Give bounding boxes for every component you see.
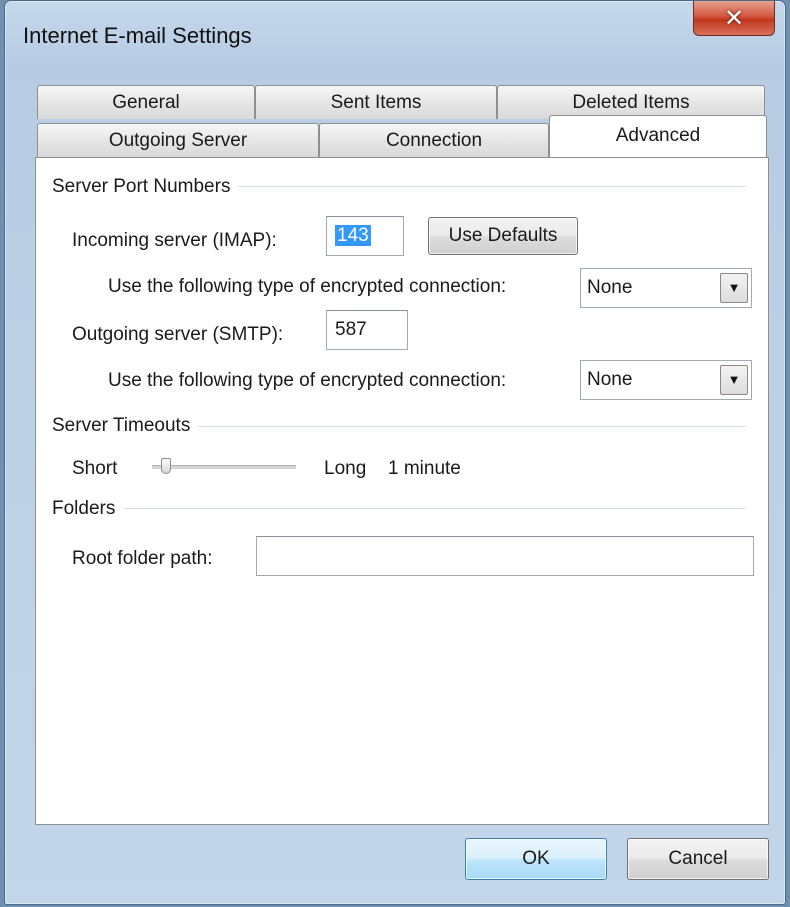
folders-heading: Folders bbox=[52, 498, 124, 520]
encryption-label-incoming: Use the following type of encrypted conn… bbox=[108, 276, 507, 297]
outgoing-encryption-value: None bbox=[587, 369, 633, 390]
chevron-down-icon[interactable]: ▼ bbox=[720, 365, 748, 395]
server-timeouts-heading: Server Timeouts bbox=[52, 415, 199, 437]
timeout-short-label: Short bbox=[72, 458, 118, 479]
tab-connection[interactable]: Connection bbox=[319, 123, 549, 157]
dialog-window: Internet E-mail Settings ✕ General Sent … bbox=[4, 0, 786, 905]
close-icon: ✕ bbox=[723, 4, 745, 32]
tab-row-bottom: Outgoing Server Connection Advanced bbox=[37, 115, 767, 157]
advanced-tab-panel: Server Port Numbers Incoming server (IMA… bbox=[35, 157, 769, 825]
tab-advanced[interactable]: Advanced bbox=[549, 115, 767, 157]
outgoing-encryption-select[interactable]: None ▼ bbox=[580, 360, 752, 400]
incoming-encryption-select[interactable]: None ▼ bbox=[580, 268, 752, 308]
incoming-port-value: 143 bbox=[335, 225, 371, 246]
tab-deleted-items[interactable]: Deleted Items bbox=[497, 85, 765, 119]
group-divider bbox=[56, 508, 746, 509]
ok-button[interactable]: OK bbox=[465, 838, 607, 880]
incoming-encryption-value: None bbox=[587, 277, 633, 298]
encryption-label-outgoing: Use the following type of encrypted conn… bbox=[108, 370, 507, 391]
tab-row-top: General Sent Items Deleted Items bbox=[37, 85, 767, 119]
titlebar[interactable]: Internet E-mail Settings ✕ bbox=[5, 1, 785, 65]
timeout-slider-thumb[interactable] bbox=[161, 458, 172, 474]
close-button[interactable]: ✕ bbox=[693, 1, 775, 36]
outgoing-port-value: 587 bbox=[335, 319, 367, 340]
chevron-down-icon[interactable]: ▼ bbox=[720, 273, 748, 303]
tab-general[interactable]: General bbox=[37, 85, 255, 119]
window-title: Internet E-mail Settings bbox=[23, 23, 252, 48]
root-folder-path-label: Root folder path: bbox=[72, 548, 213, 569]
outgoing-server-label: Outgoing server (SMTP): bbox=[72, 324, 284, 345]
outgoing-port-field[interactable]: 587 bbox=[326, 310, 408, 350]
tab-outgoing-server[interactable]: Outgoing Server bbox=[37, 123, 319, 157]
server-port-numbers-heading: Server Port Numbers bbox=[52, 176, 239, 198]
use-defaults-button[interactable]: Use Defaults bbox=[428, 217, 578, 255]
incoming-server-label: Incoming server (IMAP): bbox=[72, 230, 277, 251]
timeout-slider-track[interactable] bbox=[152, 465, 296, 469]
incoming-port-field[interactable]: 143 bbox=[326, 216, 404, 256]
root-folder-path-input[interactable] bbox=[256, 536, 754, 576]
tab-sent-items[interactable]: Sent Items bbox=[255, 85, 497, 119]
timeout-value: 1 minute bbox=[388, 458, 461, 479]
cancel-button[interactable]: Cancel bbox=[627, 838, 769, 880]
timeout-long-label: Long bbox=[324, 458, 367, 479]
